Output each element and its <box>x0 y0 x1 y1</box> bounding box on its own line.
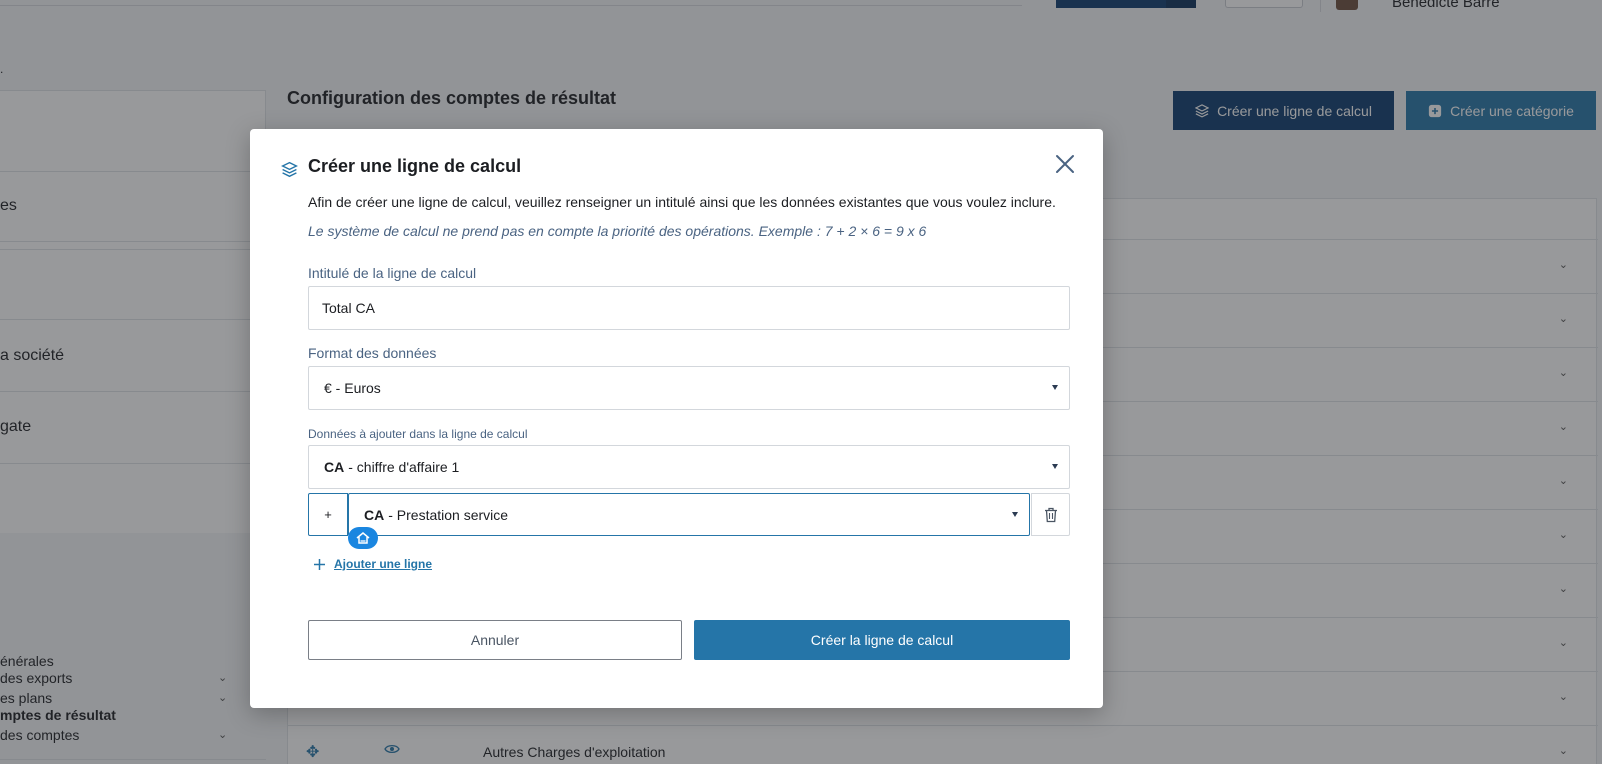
label-field-label: Intitulé de la ligne de calcul <box>308 265 477 281</box>
caret-down-icon <box>1052 464 1058 469</box>
data-select-first[interactable]: CA - chiffre d'affaire 1 <box>308 445 1070 489</box>
add-line-link[interactable]: Ajouter une ligne <box>313 557 432 571</box>
create-calc-line-modal: Créer une ligne de calcul Afin de créer … <box>250 129 1103 708</box>
home-icon <box>356 532 370 544</box>
data-code: CA <box>324 459 345 475</box>
format-field-label: Format des données <box>308 345 437 361</box>
format-select-value: € - Euros <box>324 380 381 396</box>
caret-down-icon <box>1052 385 1058 390</box>
caret-down-icon <box>1012 512 1018 517</box>
close-icon[interactable] <box>1054 153 1076 175</box>
modal-description: Afin de créer une ligne de calcul, veuil… <box>308 194 1056 210</box>
data-name: - chiffre d'affaire 1 <box>348 459 460 475</box>
plus-icon <box>314 558 325 570</box>
focus-badge[interactable] <box>348 527 378 549</box>
format-select[interactable]: € - Euros <box>308 366 1070 410</box>
data-name: - Prestation service <box>388 506 509 523</box>
create-calc-line-submit-button[interactable]: Créer la ligne de calcul <box>694 620 1070 660</box>
data-field-label: Données à ajouter dans la ligne de calcu… <box>308 427 528 441</box>
label-input[interactable] <box>308 286 1070 330</box>
modal-title: Créer une ligne de calcul <box>308 156 522 176</box>
data-code: CA <box>364 506 385 523</box>
layers-icon <box>281 161 298 178</box>
operator-button[interactable]: + <box>308 493 348 536</box>
trash-icon <box>1044 507 1057 522</box>
modal-note: Le système de calcul ne prend pas en com… <box>308 223 927 239</box>
data-select-second[interactable]: CA - Prestation service <box>348 493 1030 536</box>
add-line-label[interactable]: Ajouter une ligne <box>334 557 432 571</box>
delete-line-button[interactable] <box>1031 493 1070 536</box>
cancel-button[interactable]: Annuler <box>308 620 682 660</box>
